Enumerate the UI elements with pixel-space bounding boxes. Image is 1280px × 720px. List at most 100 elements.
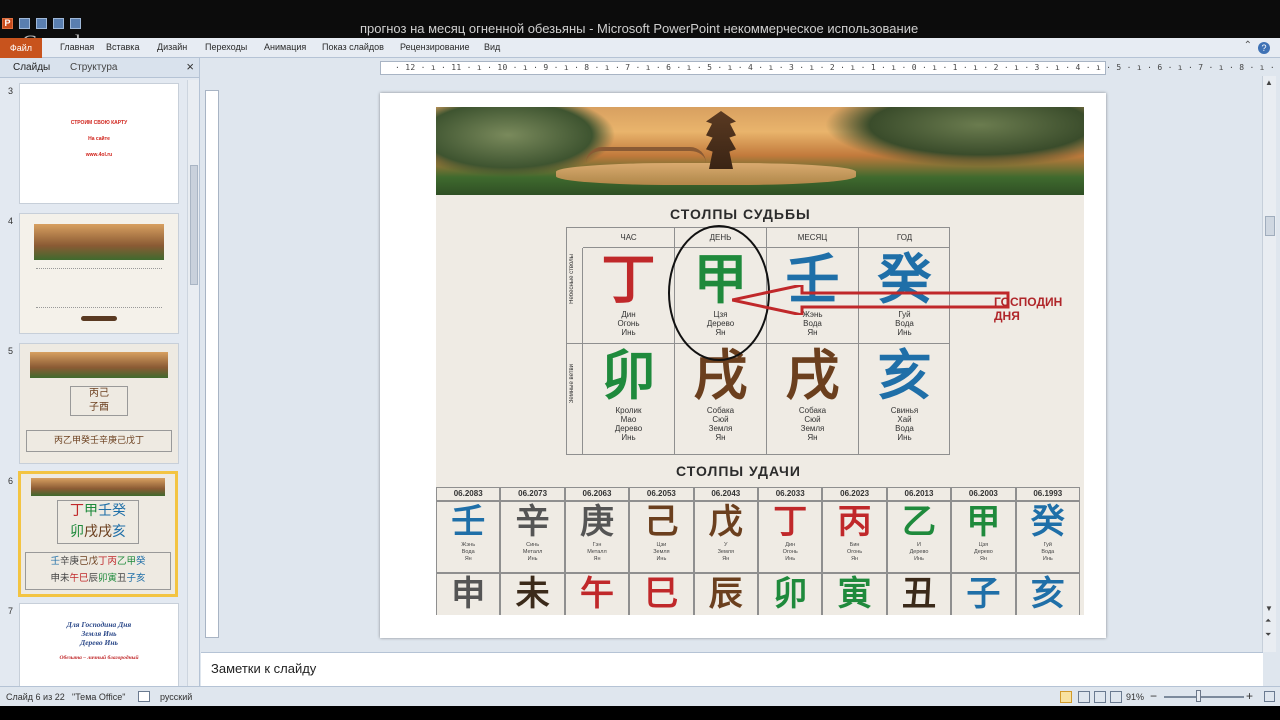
luck-stem-cell: 辛 Синь Металл Инь — [500, 501, 565, 573]
language-indicator[interactable]: русский — [160, 692, 192, 702]
branch-text: Мао — [620, 415, 637, 424]
luck-stem-cell: 壬 Жэнь Вода Ян — [436, 501, 501, 573]
luck-stem-text: Бин — [849, 542, 860, 548]
spellcheck-icon[interactable] — [138, 691, 150, 702]
tab-outline[interactable]: Структура — [70, 62, 117, 73]
new-slide-icon[interactable] — [70, 18, 81, 29]
current-slide[interactable]: СТОЛПЫ СУДЬБЫ Небесные стволы Земные вет… — [380, 93, 1106, 638]
close-panel-icon[interactable]: × — [186, 59, 194, 74]
side-label-text: Небесные стволы — [569, 254, 575, 304]
normal-view-icon[interactable] — [1060, 691, 1072, 703]
ribbon-collapse-icon[interactable]: ⌃ — [1244, 40, 1252, 51]
slide-number: 7 — [8, 606, 14, 616]
scroll-down-icon[interactable]: ▼ — [1265, 604, 1273, 613]
zoom-in-icon[interactable]: + — [1246, 689, 1253, 703]
undo-icon[interactable] — [36, 18, 47, 29]
luck-stem-text: У — [724, 542, 728, 548]
luck-stem-glyph: 庚 — [579, 502, 614, 542]
save-icon[interactable] — [19, 18, 30, 29]
tab-slides[interactable]: Слайды — [13, 62, 50, 73]
tab-view[interactable]: Вид — [484, 42, 500, 52]
thumb-form-lines — [36, 268, 162, 308]
luck-branch-glyph: 亥 — [1030, 574, 1065, 614]
ruler-labels: · 12 · ı · 11 · ı · 10 · ı · 9 · ı · 8 ·… — [395, 63, 1280, 72]
notes-placeholder[interactable]: Заметки к слайду — [211, 661, 316, 676]
zoom-level[interactable]: 91% — [1126, 692, 1144, 702]
slide-thumbnail-6-selected[interactable]: 丁甲壬癸 卯戌戌亥 壬辛庚己戊丁丙乙甲癸 申未午巳辰卯寅丑子亥 — [18, 471, 178, 597]
scrollbar-thumb[interactable] — [1265, 216, 1275, 236]
luck-date-header: 06.2063 — [564, 487, 630, 501]
powerpoint-app-icon[interactable]: P — [2, 18, 13, 29]
tab-animations[interactable]: Анимация — [264, 42, 306, 52]
help-icon[interactable]: ? — [1258, 42, 1270, 54]
luck-branch-glyph: 巳 — [644, 574, 679, 614]
tab-insert[interactable]: Вставка — [106, 42, 139, 52]
luck-branch-cell: 巳 — [629, 573, 694, 615]
luck-date-header: 06.2003 — [951, 487, 1016, 501]
slides-panel-scrollbar[interactable] — [187, 80, 199, 686]
stem-text: Ян — [807, 328, 818, 337]
stem-text: Огонь — [617, 319, 640, 328]
thumb-banner-image — [31, 478, 165, 496]
luck-stem-text: Вода — [461, 549, 475, 555]
slide-thumbnail-7[interactable]: Для Господина Дня Земля Инь Дерево Инь О… — [19, 603, 179, 687]
luck-stem-text: Ян — [722, 556, 730, 562]
luck-branch-cell: 卯 — [758, 573, 823, 615]
zoom-out-icon[interactable]: − — [1150, 689, 1157, 703]
tab-home[interactable]: Главная — [60, 42, 94, 52]
notes-pane[interactable]: Заметки к слайду — [201, 652, 1263, 686]
tab-file[interactable]: Файл — [0, 38, 42, 58]
thumb-luck-rows: 壬辛庚己戊丁丙乙甲癸 申未午巳辰卯寅丑子亥 — [25, 552, 171, 590]
window-title: прогноз на месяц огненной обезьяны - Mic… — [360, 21, 919, 36]
slide-sorter-icon[interactable] — [1078, 691, 1090, 703]
stem-glyph: 丁 — [601, 247, 656, 311]
luck-stem-text: Гэн — [592, 542, 602, 548]
tab-design[interactable]: Дизайн — [157, 42, 187, 52]
luck-stem-cell: 丁 Дин Огонь Инь — [758, 501, 823, 573]
luck-stem-glyph: 壬 — [451, 502, 486, 542]
zoom-slider[interactable] — [1164, 696, 1244, 698]
scroll-up-icon[interactable]: ▲ — [1265, 78, 1273, 87]
title-bar: P прогноз на месяц огненной обезьяны - M… — [0, 0, 1280, 55]
luck-stem-text: Земля — [653, 549, 670, 555]
branch-text: Вода — [895, 424, 914, 433]
reading-view-icon[interactable] — [1094, 691, 1106, 703]
arrow-shape[interactable] — [732, 285, 1012, 315]
stem-cell-hour: 丁 Дин Огонь Инь — [583, 248, 675, 344]
slide-number: 3 — [8, 86, 14, 96]
redo-icon[interactable] — [53, 18, 64, 29]
luck-stem-text: Ян — [464, 556, 472, 562]
luck-stem-cell: 庚 Гэн Металл Ян — [564, 501, 630, 573]
branch-text: Собака — [706, 406, 735, 415]
fit-slide-icon[interactable] — [1264, 691, 1275, 702]
slide-thumbnail-5[interactable]: 丙己 子酉 丙乙甲癸壬辛庚己戊丁 — [19, 343, 179, 464]
luck-stem-text: Инь — [656, 556, 667, 562]
thumb-text: www.4ol.ru — [85, 152, 113, 158]
previous-slide-icon[interactable]: ⏶ — [1265, 616, 1271, 626]
zoom-slider-knob[interactable] — [1196, 690, 1201, 702]
next-slide-icon[interactable]: ⏷ — [1265, 630, 1271, 640]
thumb-text: Для Господина Дня — [66, 620, 132, 629]
slide-thumbnail-4[interactable] — [19, 213, 179, 334]
theme-name[interactable]: "Тема Office" — [72, 692, 125, 702]
luck-stem-glyph: 乙 — [901, 502, 936, 542]
scrollbar-thumb[interactable] — [190, 165, 198, 285]
branch-text: Ян — [807, 433, 818, 442]
side-label-earthly: Земные ветви — [567, 344, 583, 454]
thumb-text: На сайте — [88, 136, 110, 142]
luck-branch-glyph: 辰 — [708, 574, 743, 614]
column-header-hour: ЧАС — [583, 228, 675, 248]
luck-date-header: 06.2013 — [886, 487, 952, 501]
tab-review[interactable]: Рецензирование — [400, 42, 470, 52]
stem-text: Дин — [621, 310, 636, 319]
slide-content: СТОЛПЫ СУДЬБЫ Небесные стволы Земные вет… — [436, 107, 1084, 615]
slideshow-icon[interactable] — [1110, 691, 1122, 703]
slide-thumbnail-3[interactable]: СТРОИМ СВОЮ КАРТУ На сайте www.4ol.ru — [19, 83, 179, 204]
vertical-scrollbar[interactable]: ▲ ▼ ⏶ ⏷ — [1262, 76, 1276, 652]
stem-text: Инь — [897, 328, 912, 337]
branch-text: Сюй — [804, 415, 821, 424]
tab-transitions[interactable]: Переходы — [205, 42, 247, 52]
luck-stem-text: Инь — [527, 556, 538, 562]
tab-slideshow[interactable]: Показ слайдов — [322, 42, 384, 52]
luck-stem-text: Металл — [587, 549, 607, 555]
